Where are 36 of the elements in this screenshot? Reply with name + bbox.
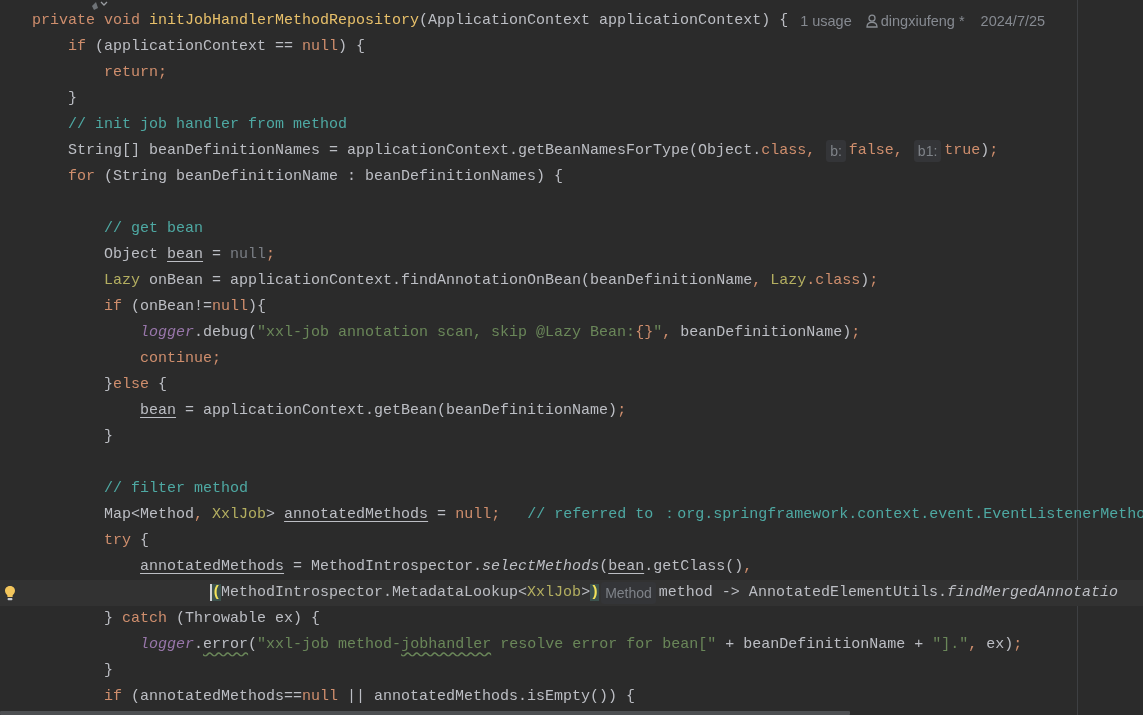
- code-text: false,: [848, 141, 904, 161]
- code-text: true);: [944, 141, 999, 161]
- code-text: try {: [104, 531, 150, 551]
- code-text: String[] beanDefinitionNames = applicationContext.getBeanNamesForType(Object.class,: [68, 141, 817, 161]
- code-text: }: [68, 89, 78, 109]
- code-text: // init job handler from method: [68, 115, 348, 135]
- code-text: bean = applicationContext.getBean(beanDefinitionName);: [140, 401, 627, 421]
- code-text: if (applicationContext == null) {: [68, 37, 366, 57]
- code-text: for (String beanDefinitionName : beanDefinitionNames) {: [68, 167, 564, 187]
- code-text: } catch (Throwable ex) {: [104, 609, 321, 629]
- scrollbar[interactable]: [0, 711, 850, 715]
- commit-date: 2024/7/25: [980, 12, 1046, 31]
- inlay-hint: Method: [601, 582, 656, 604]
- code-text: continue;: [140, 349, 222, 369]
- inlay-hint: b:: [826, 140, 846, 162]
- person-icon: [865, 14, 878, 28]
- code-text: annotatedMethods = MethodIntrospector.selectMethods(bean.getClass(),: [140, 557, 753, 577]
- inlay-hint: b1:: [913, 140, 942, 162]
- code-text: Lazy onBean = applicationContext.findAnnotationOnBean(beanDefinitionName, Lazy.class);: [104, 271, 879, 291]
- code-text: return;: [104, 63, 168, 83]
- code-text: if (annotatedMethods==null || annotatedMethods.isEmpty()) {: [104, 687, 636, 707]
- code-text: logger.debug("xxl-job annotation scan, skip @Lazy Bean:{}", beanDefinitionName);: [140, 323, 861, 343]
- code-text: method -> AnnotatedElementUtils.findMergedAnnotatio: [658, 583, 1118, 603]
- code-text: Object bean = null;: [104, 245, 276, 265]
- code-text: }else {: [104, 375, 168, 395]
- code-text: private void initJobHandlerMethodRepository(ApplicationContext applicationContext) {: [32, 11, 789, 31]
- code-text: // get bean: [104, 219, 204, 239]
- code-text: }: [104, 661, 114, 681]
- code-text: (MethodIntrospector.MetadataLookup<XxlJob>): [212, 583, 600, 603]
- lightbulb-icon[interactable]: [4, 585, 16, 601]
- author-name[interactable]: dingxiufeng *: [880, 8, 965, 34]
- usage-count[interactable]: 1 usage: [800, 8, 852, 34]
- code-text: if (onBean!=null){: [104, 297, 267, 317]
- code-text: // filter method: [104, 479, 249, 499]
- code-text: }: [104, 427, 114, 447]
- code-text: logger.error("xxl-job method-jobhandler resolve error for bean[" + beanDefinitionName + "].", ex);: [140, 635, 1023, 655]
